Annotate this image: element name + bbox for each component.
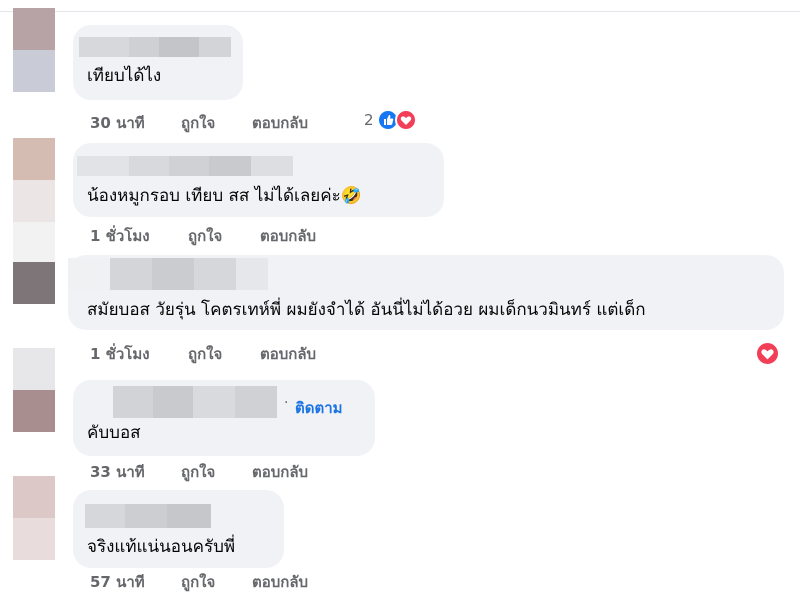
avatar[interactable] [13, 348, 55, 432]
avatar[interactable] [13, 262, 55, 304]
like-button[interactable]: ถูกใจ [181, 573, 215, 591]
comment-time[interactable]: 30 นาที [90, 114, 145, 132]
comment-text: คับบอส [87, 423, 141, 443]
comment-time[interactable]: 57 นาที [90, 573, 145, 591]
comment-text: เทียบได้ไง [87, 66, 162, 86]
comment-bubble: จริงแท้แน่นอนครับพี่ [73, 490, 284, 568]
comment-time[interactable]: 1 ชั่วโมง [90, 227, 150, 245]
reaction-count[interactable]: 2 [364, 111, 374, 129]
love-icon[interactable] [755, 341, 780, 366]
avatar[interactable] [13, 476, 55, 560]
comment-text: จริงแท้แน่นอนครับพี่ [87, 537, 236, 557]
follow-button[interactable]: ติดตาม [295, 396, 343, 420]
reply-button[interactable]: ตอบกลับ [252, 463, 308, 481]
comment-text: สมัยบอส วัยรุ่น โคตรเทห์พี่ ผมยังจำได้ อ… [87, 300, 646, 320]
reply-button[interactable]: ตอบกลับ [252, 573, 308, 591]
blurred-author-name[interactable] [113, 386, 277, 418]
comment-text: น้องหมูกรอบ เทียบ สส ไม่ได้เลยค่ะ🤣 [87, 186, 362, 206]
avatar[interactable] [13, 8, 55, 92]
comment-bubble: เทียบได้ไง [73, 25, 243, 100]
comment-bubble: · ติดตาม คับบอส [73, 380, 375, 456]
like-button[interactable]: ถูกใจ [188, 227, 222, 245]
comment-time[interactable]: 33 นาที [90, 463, 145, 481]
reply-button[interactable]: ตอบกลับ [260, 227, 316, 245]
comment-bubble: สมัยบอส วัยรุ่น โคตรเทห์พี่ ผมยังจำได้ อ… [68, 255, 784, 330]
love-icon [395, 109, 417, 131]
comment-actions: 57 นาที ถูกใจ ตอบกลับ [0, 573, 800, 593]
comment-actions: 1 ชั่วโมง ถูกใจ ตอบกลับ [0, 227, 800, 247]
like-button[interactable]: ถูกใจ [181, 463, 215, 481]
top-divider [0, 11, 800, 12]
comment-actions: 33 นาที ถูกใจ ตอบกลับ [0, 463, 800, 483]
blurred-author-name[interactable] [68, 258, 268, 290]
comment-time[interactable]: 1 ชั่วโมง [90, 345, 150, 363]
reply-button[interactable]: ตอบกลับ [252, 114, 308, 132]
separator-dot: · [284, 395, 289, 411]
like-button[interactable]: ถูกใจ [188, 345, 222, 363]
comment-actions: 1 ชั่วโมง ถูกใจ ตอบกลับ [0, 345, 800, 365]
blurred-author-name[interactable] [79, 37, 231, 57]
reply-button[interactable]: ตอบกลับ [260, 345, 316, 363]
comment-bubble: น้องหมูกรอบ เทียบ สส ไม่ได้เลยค่ะ🤣 [73, 143, 444, 217]
blurred-author-name[interactable] [85, 504, 211, 528]
like-button[interactable]: ถูกใจ [181, 114, 215, 132]
blurred-author-name[interactable] [77, 156, 293, 176]
